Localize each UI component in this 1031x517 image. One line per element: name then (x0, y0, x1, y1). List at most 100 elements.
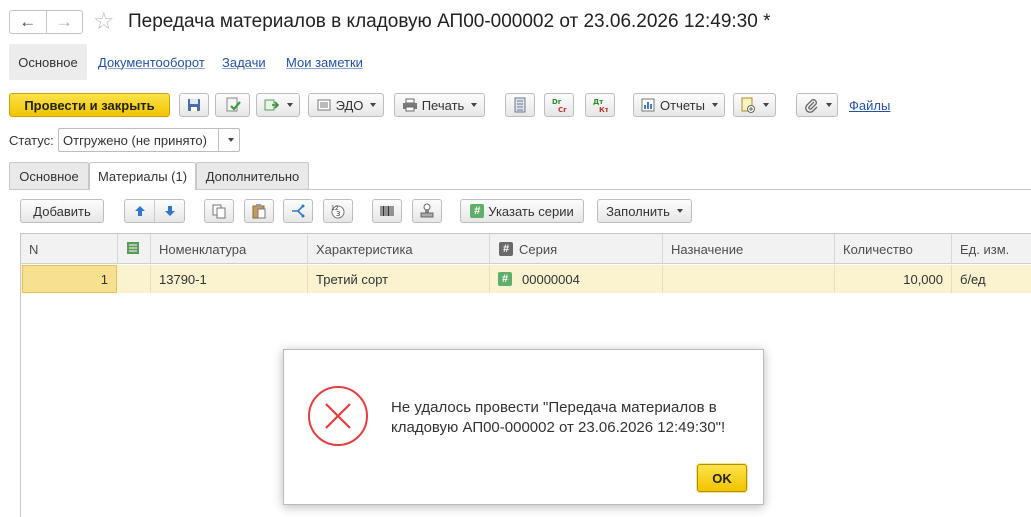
nav-buttons: ← → (9, 10, 83, 34)
tab-main[interactable]: Основное (9, 162, 89, 189)
hash-icon: # (499, 242, 513, 256)
move-down-button[interactable] (155, 200, 184, 222)
stamp-icon (419, 203, 435, 219)
svg-text:Dr: Dr (552, 98, 562, 106)
dt-kt-icon: Дт Кт (592, 97, 610, 114)
paperclip-icon (803, 97, 819, 113)
chevron-down-icon (286, 103, 293, 107)
post-document-icon (225, 97, 241, 113)
pick-quantity-button[interactable]: 12 3 (323, 199, 353, 223)
cell-purpose[interactable] (663, 265, 835, 293)
section-notes[interactable]: Мои заметки (286, 44, 363, 80)
status-dropdown-button[interactable] (218, 129, 239, 151)
cell-unit[interactable]: б/ед (952, 265, 1031, 293)
split-icon (290, 203, 306, 219)
barcode-icon (379, 203, 395, 219)
report-icon (640, 97, 656, 113)
svg-text:3: 3 (336, 210, 340, 218)
cell-series-value: 00000004 (522, 271, 580, 287)
forward-button[interactable]: → (45, 11, 83, 33)
cell-nomenclature[interactable]: 13790-1 (151, 265, 308, 293)
col-characteristic[interactable]: Характеристика (308, 234, 490, 264)
files-link[interactable]: Файлы (849, 98, 890, 113)
edo-icon (316, 97, 332, 113)
cell-characteristic[interactable]: Третий сорт (308, 265, 490, 293)
back-button[interactable]: ← (10, 11, 46, 33)
document-add-icon (740, 97, 756, 113)
add-row-button[interactable]: Добавить (20, 199, 104, 223)
print-button[interactable]: Печать (394, 93, 485, 117)
chevron-down-icon (763, 103, 769, 107)
chevron-down-icon (676, 209, 683, 213)
checklist-icon (126, 241, 142, 257)
table-header: N Номенклатура Характеристика # Серия На… (21, 234, 1031, 264)
post-and-close-button[interactable]: Провести и закрыть (9, 93, 170, 117)
ok-button[interactable]: OK (697, 464, 747, 492)
create-based-button[interactable] (256, 93, 300, 117)
col-n[interactable]: N (21, 234, 118, 264)
col-flag[interactable] (118, 234, 151, 264)
floppy-disk-icon (186, 97, 202, 113)
svg-text:Cr: Cr (558, 106, 567, 113)
fill-button[interactable]: Заполнить (597, 199, 692, 223)
split-row-button[interactable] (283, 199, 313, 223)
cell-series[interactable]: # 00000004 (490, 265, 663, 293)
print-label: Печать (421, 97, 465, 113)
dt-ct-button[interactable]: Dr Cr (544, 93, 574, 117)
status-select[interactable]: Отгружено (не принято) (58, 128, 240, 152)
col-unit[interactable]: Ед. изм. (952, 234, 1031, 264)
post-button[interactable] (215, 93, 250, 117)
dt-ct-icon: Dr Cr (551, 97, 567, 114)
tab-extra[interactable]: Дополнительно (196, 162, 309, 189)
col-series[interactable]: # Серия (490, 234, 663, 264)
chevron-down-icon (711, 103, 718, 107)
attachments-button[interactable] (796, 93, 838, 117)
hash-icon: # (498, 272, 512, 286)
save-button[interactable] (179, 93, 209, 117)
section-docflow[interactable]: Документооборот (98, 44, 205, 80)
chevron-down-icon (370, 103, 377, 107)
paste-button[interactable] (244, 199, 274, 223)
clipboard-icon (251, 203, 267, 219)
favorite-star-icon[interactable]: ☆ (93, 7, 115, 36)
col-purpose[interactable]: Назначение (663, 234, 835, 264)
edo-button[interactable]: ЭДО (308, 93, 384, 117)
copy-button[interactable] (204, 199, 234, 223)
attach-document-button[interactable] (733, 93, 776, 117)
chevron-down-icon (825, 103, 832, 107)
arrow-up-icon (134, 206, 145, 216)
cell-quantity[interactable]: 10,000 (835, 265, 952, 293)
stamp-button[interactable] (412, 199, 442, 223)
tab-materials[interactable]: Материалы (1) (89, 162, 196, 190)
copy-icon (211, 203, 227, 219)
specify-series-button[interactable]: # Указать серии (460, 199, 584, 223)
status-value: Отгружено (не принято) (63, 133, 207, 148)
page-title: Передача материалов в кладовую АП00-0000… (128, 11, 771, 32)
fill-label: Заполнить (606, 203, 670, 219)
arrow-down-icon (164, 206, 175, 216)
dt-kt-button[interactable]: Дт Кт (585, 93, 615, 117)
col-series-label: Серия (519, 241, 558, 257)
move-up-button[interactable] (125, 200, 155, 222)
chevron-down-icon (471, 103, 478, 107)
svg-text:Кт: Кт (599, 106, 608, 113)
cell-n[interactable]: 1 (22, 265, 117, 293)
col-nomenclature[interactable]: Номенклатура (151, 234, 308, 264)
specify-series-label: Указать серии (488, 203, 574, 219)
error-icon (307, 385, 369, 447)
list-icon (512, 97, 528, 113)
barcode-button[interactable] (372, 199, 402, 223)
section-tasks[interactable]: Задачи (222, 44, 266, 80)
printer-icon (402, 97, 418, 113)
col-quantity[interactable]: Количество (835, 234, 952, 264)
section-main[interactable]: Основное (9, 44, 87, 80)
table-row[interactable]: 1 13790-1 Третий сорт # 00000004 10,000 … (21, 265, 1031, 293)
status-label: Статус: (9, 133, 54, 148)
reports-button[interactable]: Отчеты (633, 93, 725, 117)
hash-icon: # (470, 204, 485, 218)
numbered-pick-icon: 12 3 (330, 203, 346, 219)
move-buttons (124, 199, 185, 223)
chevron-down-icon (227, 138, 234, 142)
journal-button[interactable] (505, 93, 535, 117)
cell-flag[interactable] (118, 265, 151, 293)
